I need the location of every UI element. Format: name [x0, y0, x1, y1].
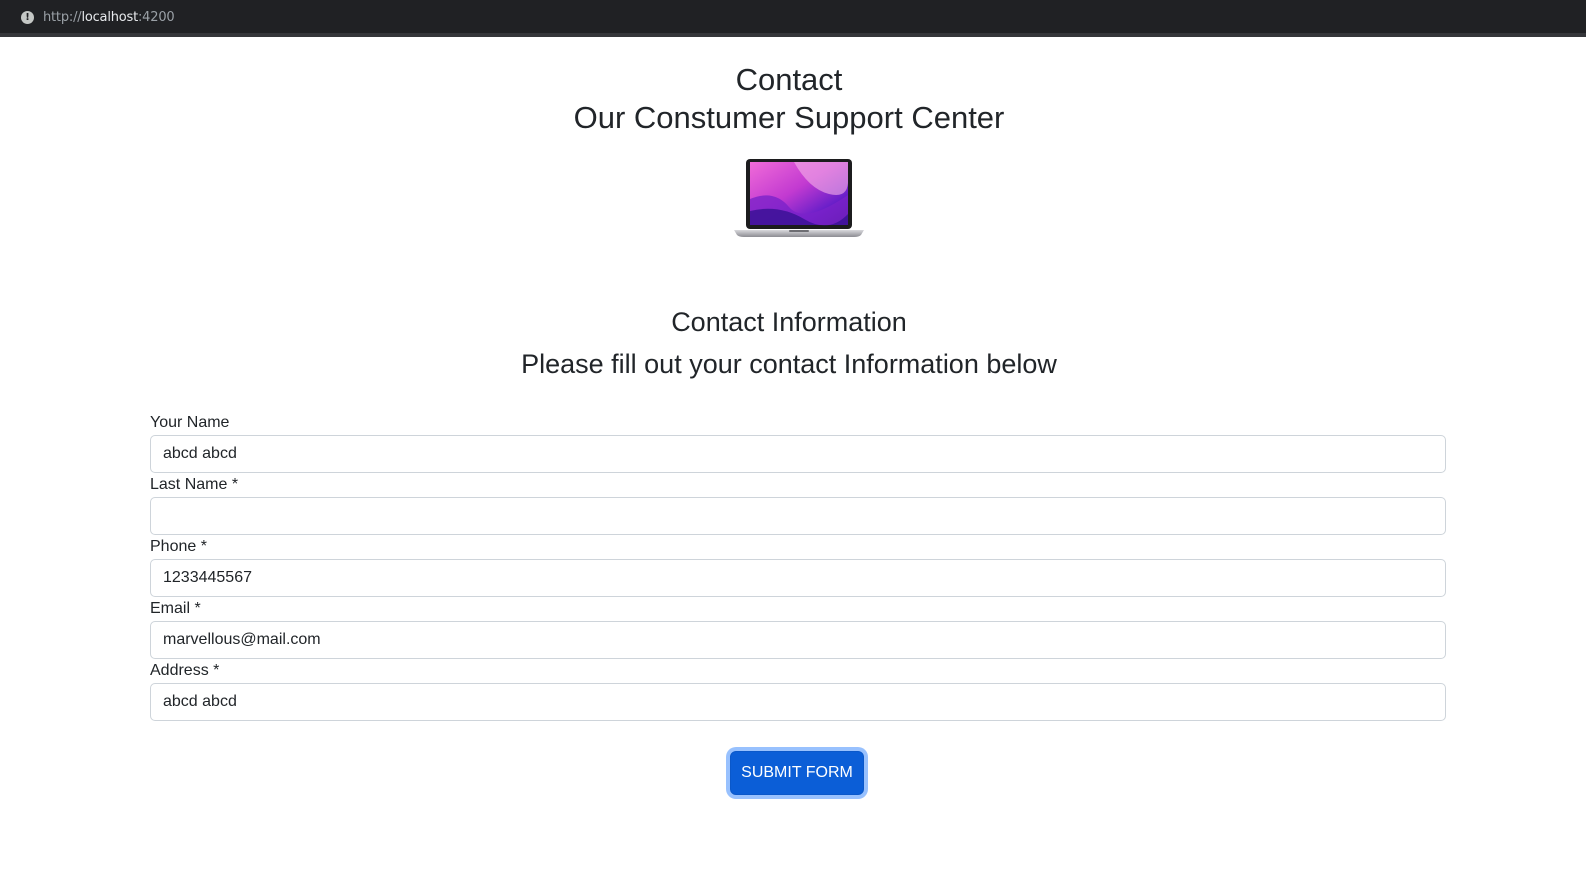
submit-form-button[interactable]: SUBMIT FORM	[730, 751, 864, 795]
name-input[interactable]	[150, 435, 1446, 473]
section-title: Contact Information	[671, 307, 907, 337]
email-label: Email *	[150, 600, 201, 617]
info-icon[interactable]: !	[21, 11, 34, 24]
phone-input[interactable]	[150, 559, 1446, 597]
page-title: Contact	[735, 62, 843, 97]
laptop-image	[734, 159, 864, 237]
email-input[interactable]	[150, 621, 1446, 659]
section-subtitle: Please fill out your contact Information…	[521, 349, 1057, 379]
page-subtitle: Our Constumer Support Center	[573, 100, 1005, 135]
url-port: :4200	[138, 10, 175, 25]
address-input[interactable]	[150, 683, 1446, 721]
address-label: Address *	[150, 662, 220, 679]
contact-page: Contact Our Constumer Support Center Con…	[0, 37, 1586, 880]
last-name-label: Last Name *	[150, 476, 239, 493]
url-scheme: http://	[43, 10, 82, 25]
browser-address-bar[interactable]: ! http://localhost:4200	[0, 0, 1586, 37]
url-text[interactable]: http://localhost:4200	[43, 10, 175, 26]
phone-label: Phone *	[150, 538, 207, 555]
name-label: Your Name	[150, 414, 230, 431]
url-host: localhost	[81, 10, 138, 25]
last-name-input[interactable]	[150, 497, 1446, 535]
